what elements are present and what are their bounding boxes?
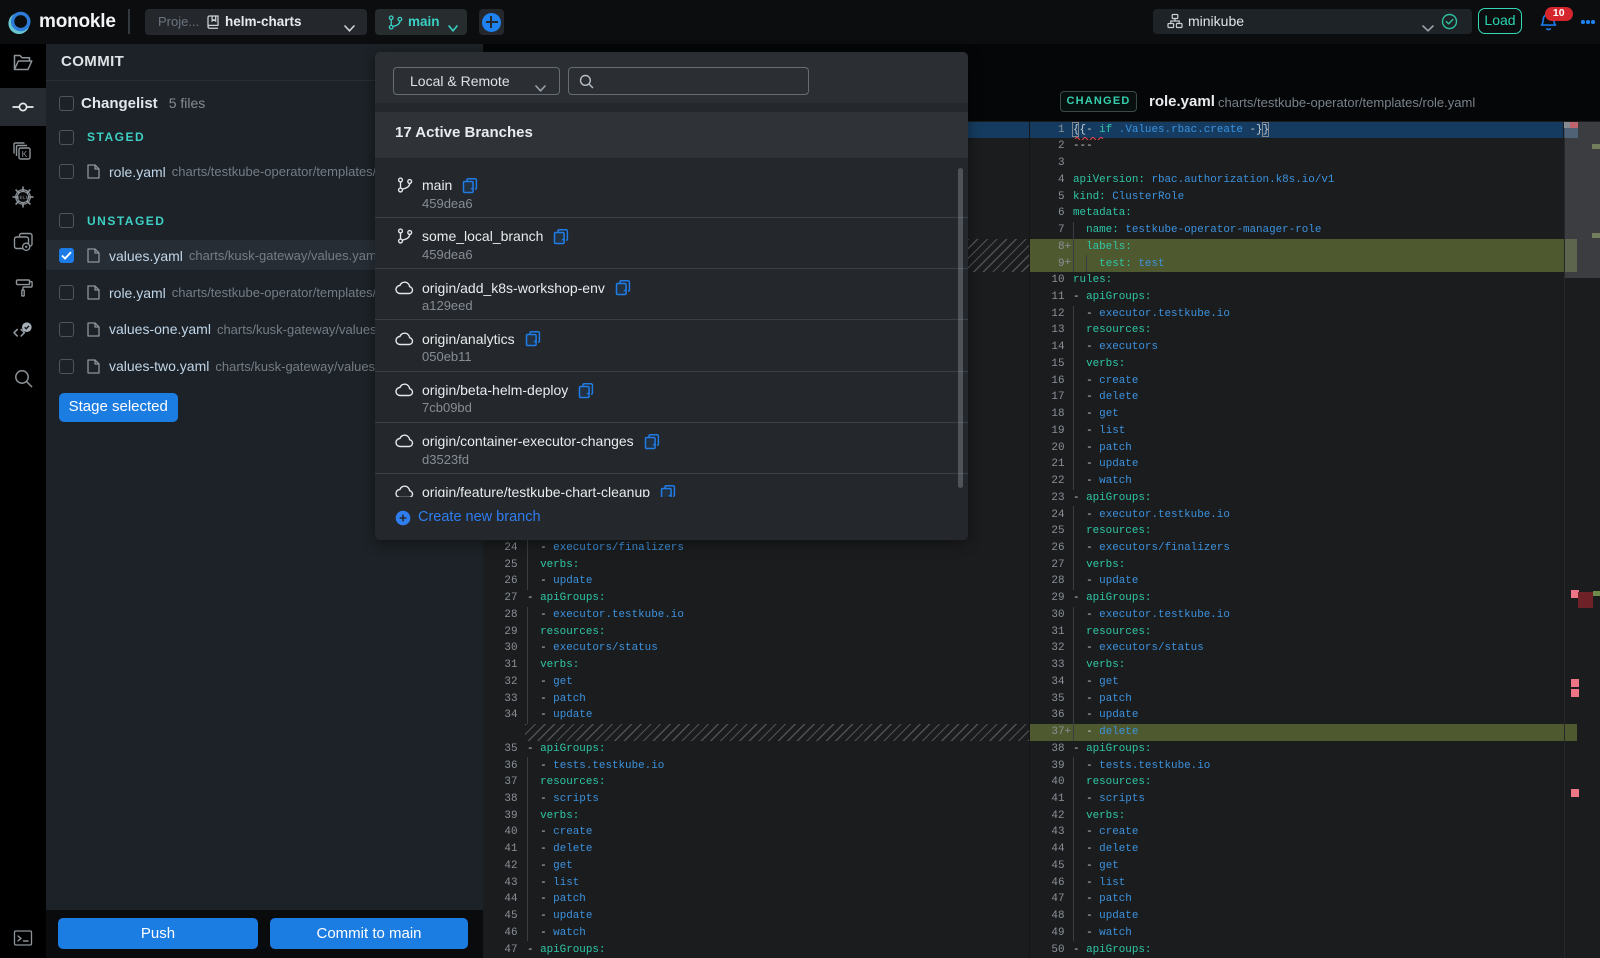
- svg-text:HELM: HELM: [16, 195, 29, 200]
- svg-text:K: K: [22, 149, 28, 159]
